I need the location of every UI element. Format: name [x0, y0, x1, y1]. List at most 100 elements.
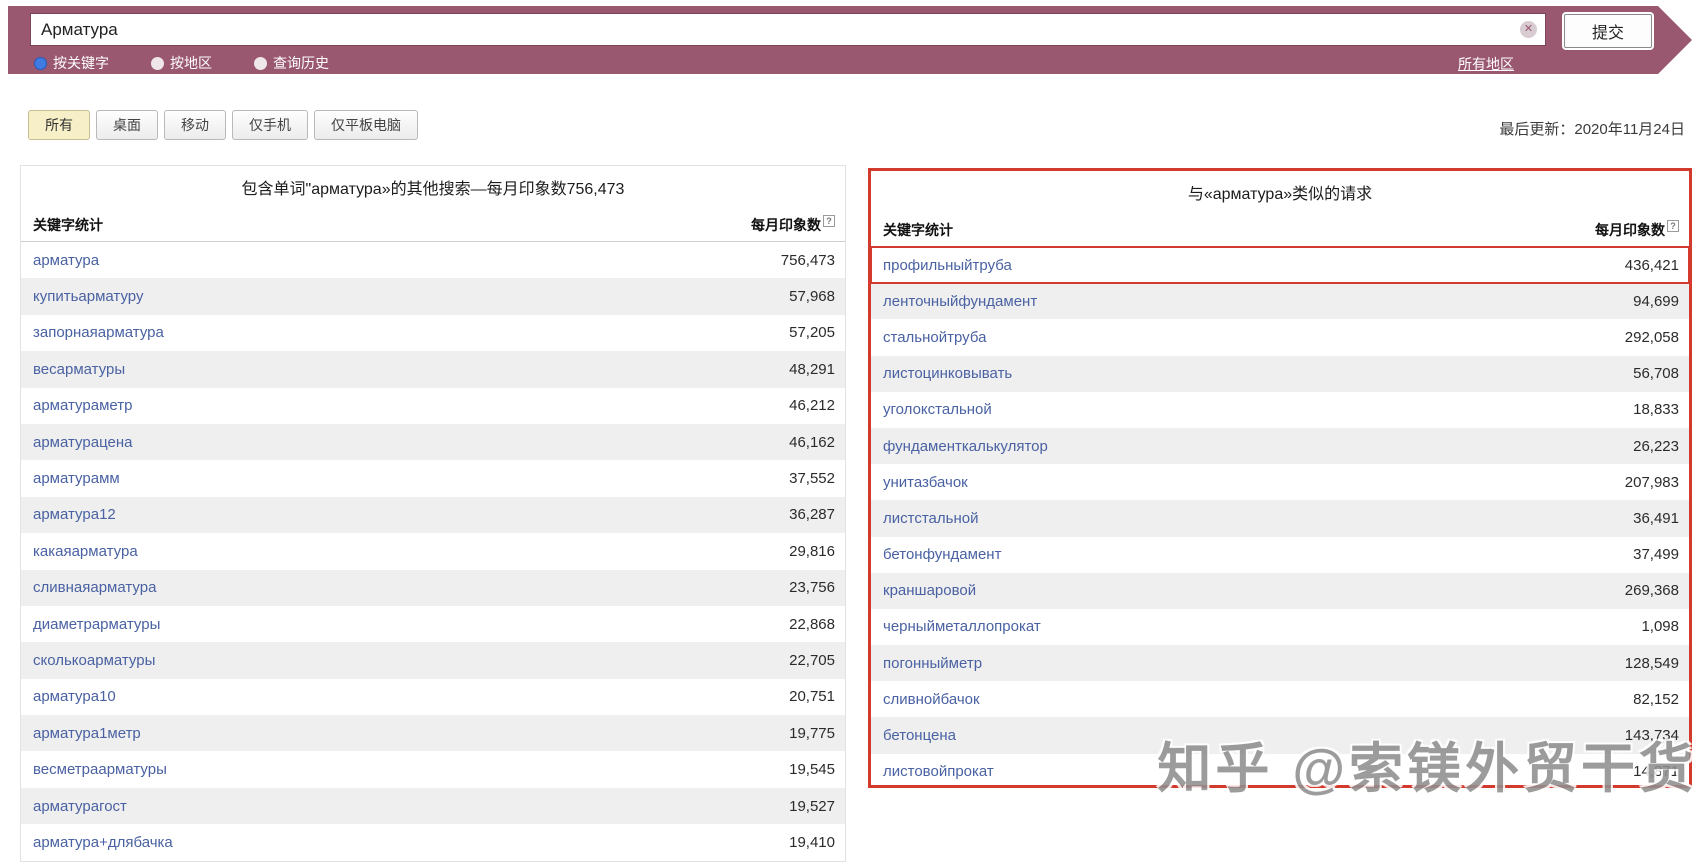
- tab-0[interactable]: 所有: [28, 110, 90, 140]
- keyword-link[interactable]: арматура+длябачка: [33, 834, 173, 851]
- tab-2[interactable]: 移动: [164, 110, 226, 140]
- impressions-value: 26,223: [1633, 438, 1679, 455]
- keyword-link[interactable]: какаяарматура: [33, 543, 138, 560]
- impressions-value: 143,734: [1625, 727, 1679, 744]
- keyword-link[interactable]: бетонцена: [883, 727, 956, 744]
- table-row: арматураметр46,212: [21, 388, 845, 424]
- impressions-value: 37,552: [789, 470, 835, 487]
- keyword-link[interactable]: листоцинковывать: [883, 365, 1012, 382]
- last-update-label: 最后更新：2020年11月24日: [1499, 118, 1685, 139]
- table-row: арматура1метр19,775: [21, 715, 845, 751]
- right-col-keyword: 关键字统计: [883, 220, 953, 240]
- keyword-link[interactable]: арматураметр: [33, 397, 132, 414]
- keyword-link[interactable]: купитьарматуру: [33, 288, 143, 305]
- keyword-link[interactable]: листстальной: [883, 510, 978, 527]
- keyword-link[interactable]: фундаменткалькулятор: [883, 438, 1048, 455]
- table-row: арматура1236,287: [21, 497, 845, 533]
- tab-4[interactable]: 仅平板电脑: [314, 110, 418, 140]
- impressions-value: 46,162: [789, 434, 835, 451]
- radio-unselected-icon[interactable]: [151, 57, 164, 70]
- keyword-link[interactable]: арматура: [33, 252, 99, 269]
- right-col-impressions: 每月印象数?: [1595, 220, 1679, 240]
- table-row: арматурацена 46,162: [21, 424, 845, 460]
- keyword-link[interactable]: арматура1метр: [33, 725, 141, 742]
- impressions-value: 94,699: [1633, 293, 1679, 310]
- left-table-header: 关键字统计 每月印象数?: [21, 208, 845, 242]
- right-table-rows: профильныйтруба436,421 ленточныйфундамент…: [871, 247, 1689, 790]
- impressions-value: 48,291: [789, 361, 835, 378]
- radio-option[interactable]: 按关键字: [34, 53, 109, 73]
- radio-selected-icon[interactable]: [34, 57, 47, 70]
- impressions-value: 22,705: [789, 652, 835, 669]
- keyword-link[interactable]: арматурагост: [33, 798, 127, 815]
- keyword-link[interactable]: черныйметаллопрокат: [883, 618, 1041, 635]
- keyword-link[interactable]: сливнойбачок: [883, 691, 980, 708]
- impressions-value: 82,152: [1633, 691, 1679, 708]
- similar-queries-panel: 与«арматура»类似的请求 关键字统计 每月印象数? профильный…: [868, 168, 1692, 788]
- tab-1[interactable]: 桌面: [96, 110, 158, 140]
- impressions-value: 18,833: [1633, 401, 1679, 418]
- help-icon[interactable]: ?: [823, 215, 835, 227]
- impressions-value: 23,756: [789, 579, 835, 596]
- keyword-link[interactable]: сколькоарматуры: [33, 652, 155, 669]
- keyword-link[interactable]: арматурамм: [33, 470, 120, 487]
- impressions-value: 19,545: [789, 761, 835, 778]
- table-row: листоцинковывать 56,708: [871, 356, 1689, 392]
- radio-unselected-icon[interactable]: [254, 57, 267, 70]
- table-row: весарматуры 48,291: [21, 351, 845, 387]
- radio-label: 按关键字: [53, 53, 109, 73]
- table-row: сколькоарматуры 22,705: [21, 642, 845, 678]
- keyword-link[interactable]: уголокстальной: [883, 401, 992, 418]
- table-row: арматурагост 19,527: [21, 788, 845, 824]
- impressions-value: 29,816: [789, 543, 835, 560]
- impressions-value: 56,708: [1633, 365, 1679, 382]
- table-row: весметраарматуры 19,545: [21, 751, 845, 787]
- left-table-title: 包含单词"арматура»的其他搜索—每月印象数756,473: [21, 166, 845, 208]
- impressions-value: 36,491: [1633, 510, 1679, 527]
- impressions-value: 57,205: [789, 324, 835, 341]
- tab-3[interactable]: 仅手机: [232, 110, 308, 140]
- table-row: бетонфундамент 37,499: [871, 537, 1689, 573]
- impressions-value: 14,871: [1633, 763, 1679, 780]
- impressions-value: 37,499: [1633, 546, 1679, 563]
- keyword-link[interactable]: погонныйметр: [883, 655, 982, 672]
- clear-input-icon[interactable]: ✕: [1520, 21, 1537, 38]
- table-row: стальнойтруба292,058: [871, 319, 1689, 355]
- table-row: арматурамм 37,552: [21, 460, 845, 496]
- table-row: диаметрарматуры 22,868: [21, 606, 845, 642]
- radio-option[interactable]: 查询历史: [254, 53, 329, 73]
- keyword-link[interactable]: листовойпрокат: [883, 763, 994, 780]
- left-keywords-panel: 包含单词"арматура»的其他搜索—每月印象数756,473 关键字统计 每…: [20, 165, 846, 862]
- keyword-link[interactable]: весметраарматуры: [33, 761, 167, 778]
- keyword-link[interactable]: запорнаяарматура: [33, 324, 164, 341]
- table-row: профильныйтруба436,421: [871, 247, 1689, 283]
- left-table-rows: арматура756,473купитьарматуру57,968запор…: [21, 242, 845, 861]
- keyword-link[interactable]: профильныйтруба: [883, 257, 1012, 274]
- table-row: арматура1020,751: [21, 679, 845, 715]
- keyword-link[interactable]: арматурацена: [33, 434, 132, 451]
- all-regions-link[interactable]: 所有地区: [1458, 54, 1514, 74]
- table-row: унитазбачок207,983: [871, 464, 1689, 500]
- radio-option[interactable]: 按地区: [151, 53, 212, 73]
- impressions-value: 1,098: [1641, 618, 1679, 635]
- keyword-link[interactable]: сливнаяарматура: [33, 579, 156, 596]
- table-row: какаяарматура 29,816: [21, 533, 845, 569]
- keyword-link[interactable]: весарматуры: [33, 361, 125, 378]
- keyword-link[interactable]: краншаровой: [883, 582, 976, 599]
- search-input[interactable]: [30, 13, 1546, 46]
- keyword-link[interactable]: диаметрарматуры: [33, 616, 160, 633]
- impressions-value: 22,868: [789, 616, 835, 633]
- left-col-impressions: 每月印象数?: [751, 215, 835, 235]
- table-row: фундаменткалькулятор 26,223: [871, 428, 1689, 464]
- keyword-link[interactable]: стальнойтруба: [883, 329, 986, 346]
- impressions-value: 19,527: [789, 798, 835, 815]
- table-row: уголокстальной 18,833: [871, 392, 1689, 428]
- keyword-link[interactable]: бетонфундамент: [883, 546, 1001, 563]
- submit-button[interactable]: 提交: [1564, 14, 1652, 48]
- keyword-link[interactable]: унитазбачок: [883, 474, 968, 491]
- search-mode-radios: 按关键字 按地区 查询历史: [34, 52, 329, 74]
- help-icon[interactable]: ?: [1667, 220, 1679, 232]
- keyword-link[interactable]: арматура12: [33, 506, 116, 523]
- keyword-link[interactable]: арматура10: [33, 688, 116, 705]
- keyword-link[interactable]: ленточныйфундамент: [883, 293, 1037, 310]
